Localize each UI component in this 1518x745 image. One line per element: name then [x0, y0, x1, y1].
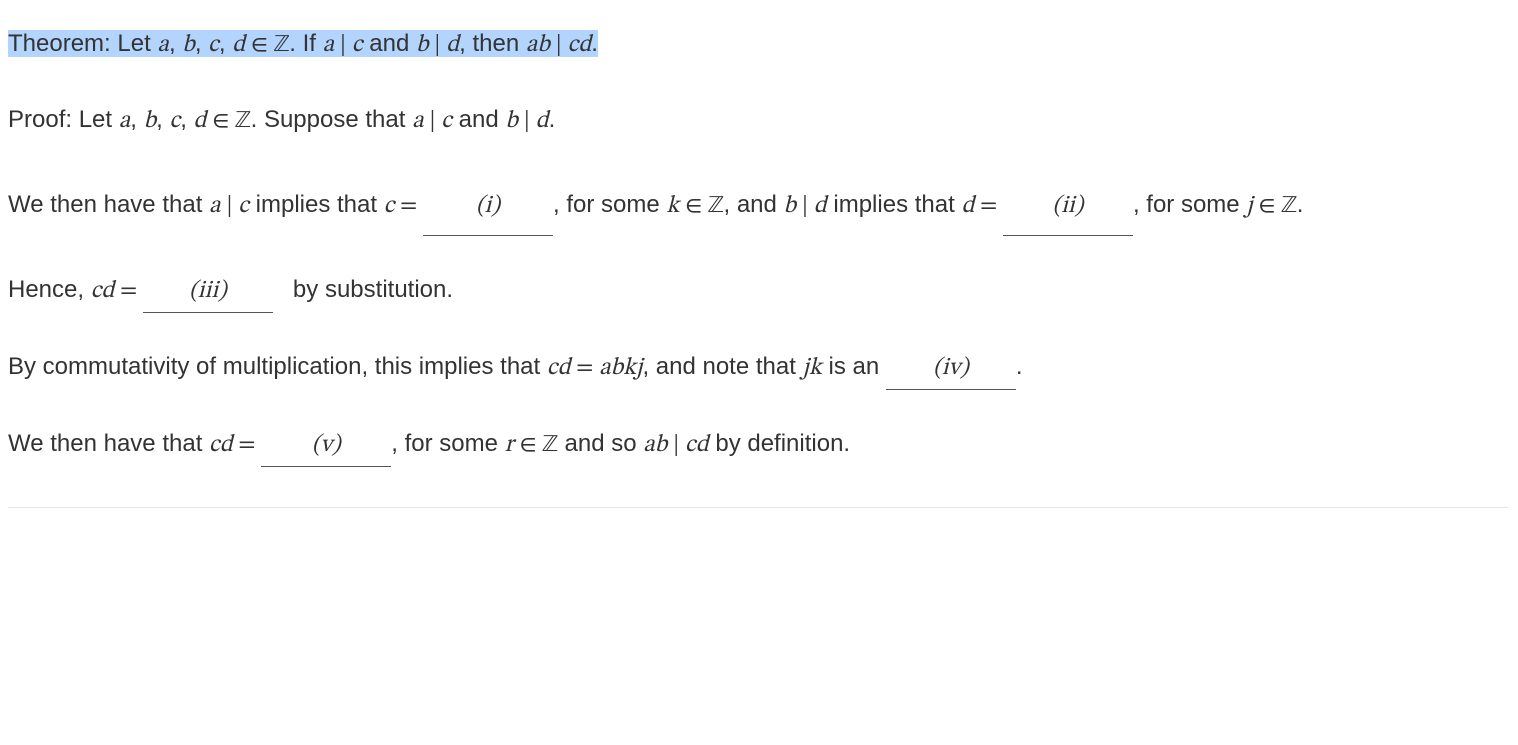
proof-intro: Proof: Let a, b, c, d ∈ ℤ. Suppose that … — [8, 100, 1508, 142]
highlighted-theorem: Theorem: Let a, b, c, d ∈ ℤ. If a | c an… — [8, 30, 598, 57]
theorem-label: Theorem: Let — [8, 30, 157, 57]
divides-symbol: | — [334, 33, 352, 57]
divider — [8, 507, 1508, 508]
proof-step-1: We then have that a | c implies that c =… — [8, 176, 1508, 237]
blank-ii[interactable]: (ii) — [1003, 178, 1133, 237]
proof-step-3: By commutativity of multiplication, this… — [8, 347, 1508, 390]
element-of: ∈ — [245, 33, 274, 57]
proof-step-2: Hence, cd = (iii) by substitution. — [8, 270, 1508, 313]
integers-symbol: ℤ — [274, 33, 290, 57]
blank-i[interactable]: (i) — [423, 178, 553, 237]
theorem-statement: Theorem: Let a, b, c, d ∈ ℤ. If a | c an… — [8, 24, 1508, 66]
var-a: a — [157, 33, 169, 57]
var-d: d — [232, 33, 245, 57]
proof-label: Proof: Let — [8, 106, 119, 133]
divides-symbol: | — [429, 33, 447, 57]
blank-v[interactable]: (v) — [261, 425, 391, 467]
divides-symbol: | — [550, 33, 568, 57]
blank-iii[interactable]: (iii) — [143, 271, 273, 313]
proof-step-4: We then have that cd = (v), for some r ∈… — [8, 424, 1508, 467]
proof-content: Theorem: Let a, b, c, d ∈ ℤ. If a | c an… — [8, 24, 1508, 508]
var-c: c — [208, 33, 219, 57]
blank-iv[interactable]: (iv) — [886, 348, 1016, 390]
var-b: b — [182, 33, 195, 57]
